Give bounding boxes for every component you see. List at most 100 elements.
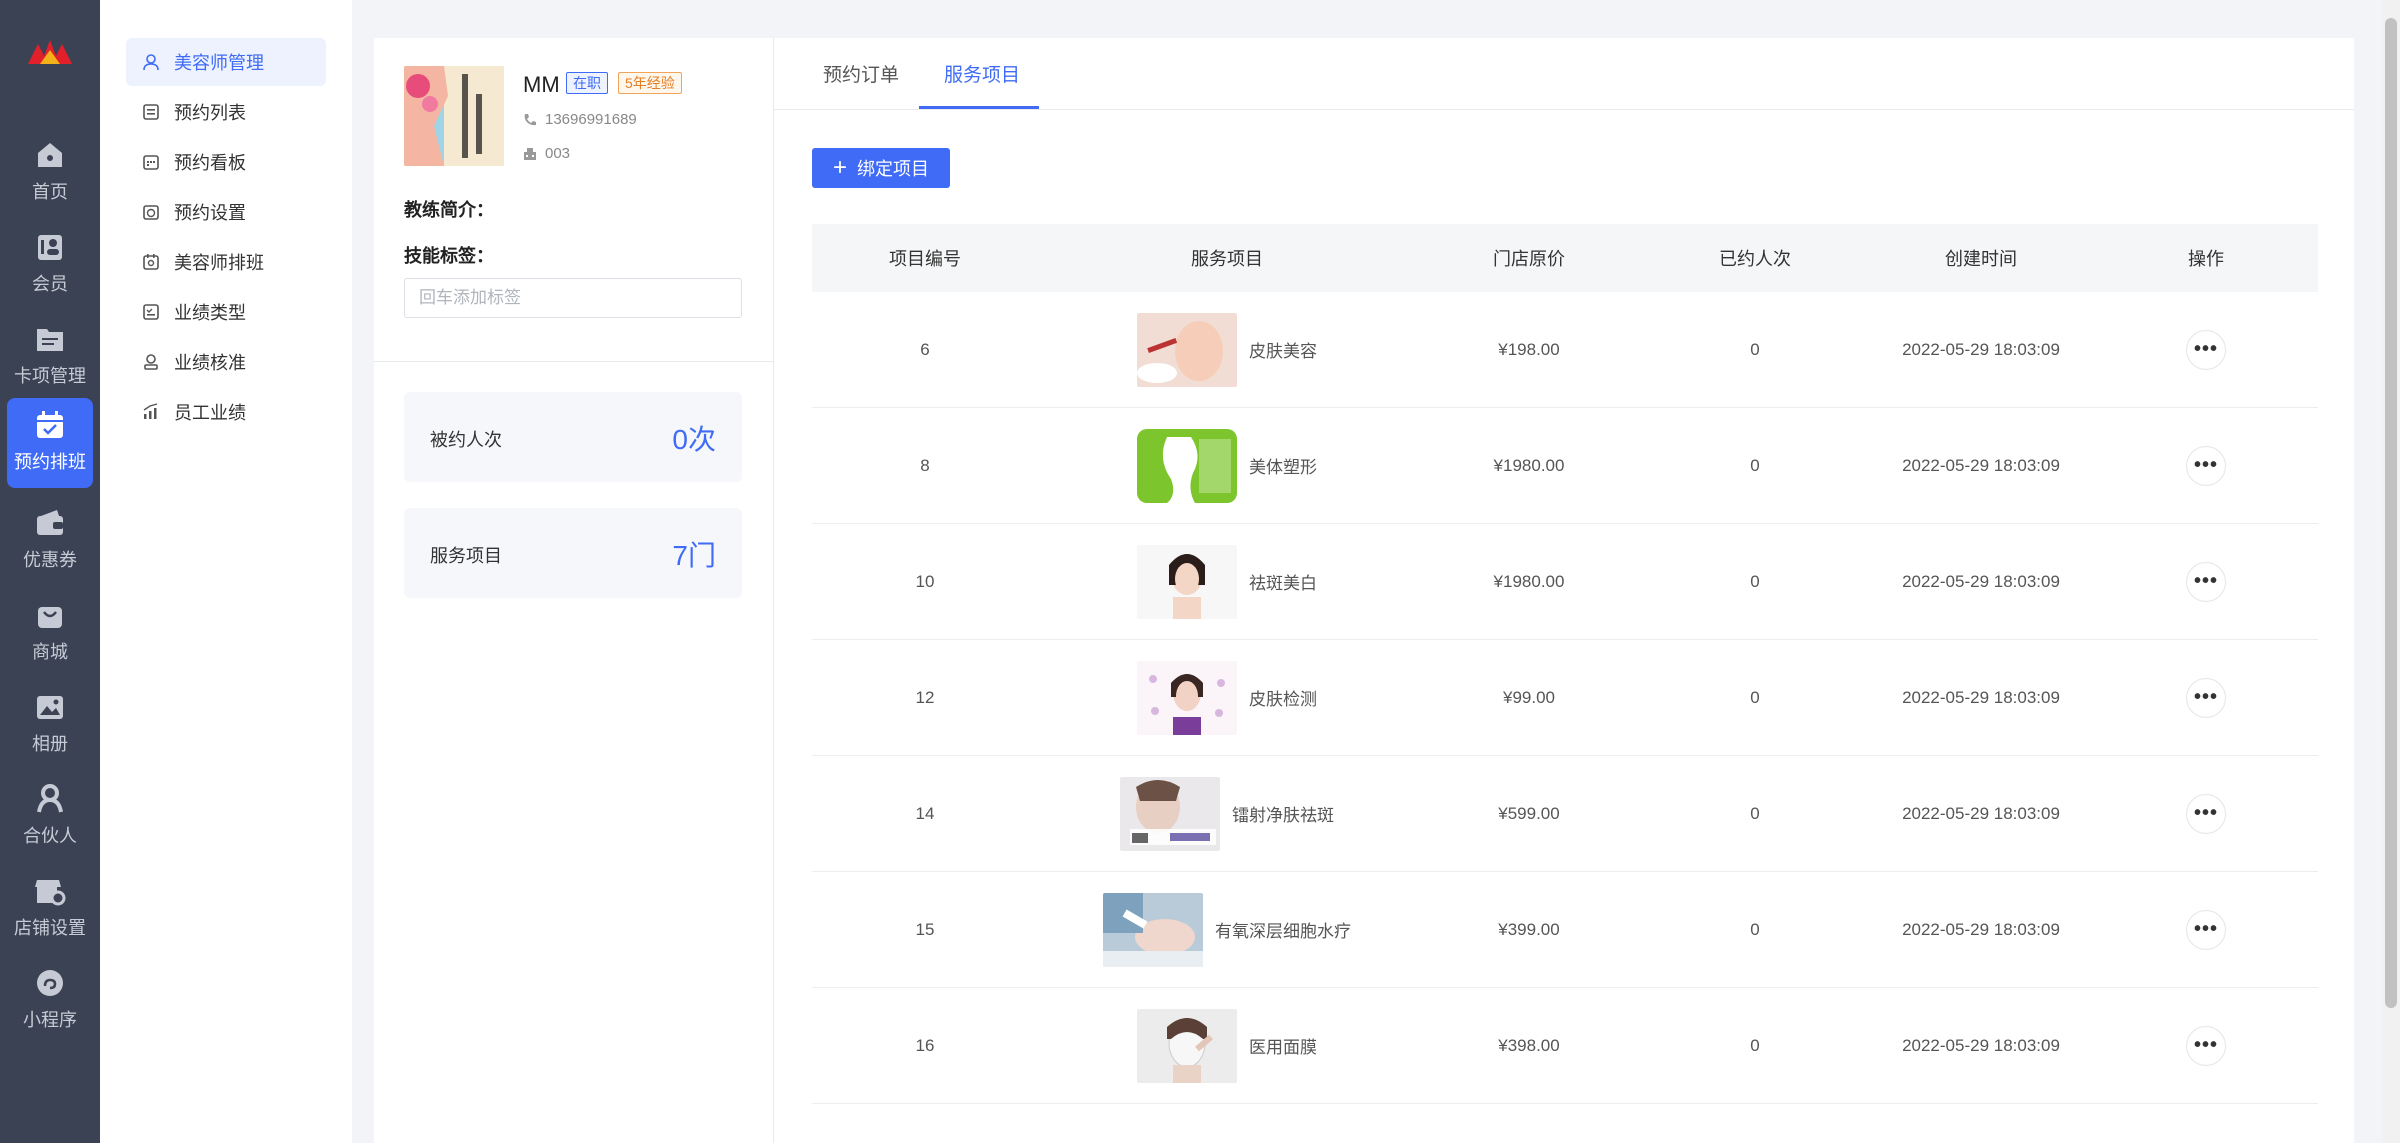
service-thumbnail [1137, 1008, 1237, 1083]
submenu: 美容师管理 预约列表 预约看板 预约设置 美容师排班 业绩类型 业绩核准 员工业… [100, 0, 352, 1143]
skill-tag-input[interactable]: 回车添加标签 [404, 278, 742, 318]
service-name: 美体塑形 [1249, 458, 1317, 477]
action-cell: ••• [2094, 909, 2318, 950]
item-booked-count: 0 [1750, 339, 1760, 359]
item-id: 6 [920, 339, 930, 359]
shop-bag-icon [38, 607, 62, 628]
more-actions-button[interactable]: ••• [2186, 793, 2226, 834]
beautician-profile-panel: MM 在职 5年经验 13696991689 003 教练简介： 技能标签： 回… [374, 38, 774, 1143]
table-row: 15 有氧深层细胞水疗 ¥399.00 0 2022-05-29 18:03:0… [812, 872, 2318, 988]
col-booked-header: 已约人次 [1719, 249, 1791, 269]
service-cell: 皮肤检测 [1038, 660, 1416, 735]
nav-label: 相册 [32, 734, 68, 754]
item-created-time: 2022-05-29 18:03:09 [1902, 571, 2060, 591]
more-actions-button[interactable]: ••• [2186, 329, 2226, 370]
phone-line: 13696991689 [523, 111, 637, 128]
nav-label: 合伙人 [23, 826, 77, 846]
service-thumbnail [1137, 660, 1237, 735]
service-cell: 祛斑美白 [1038, 544, 1416, 619]
more-actions-button[interactable]: ••• [2186, 561, 2226, 602]
item-created-time: 2022-05-29 18:03:09 [1902, 919, 2060, 939]
nav-item-album[interactable]: 相册 [7, 680, 93, 770]
stat-booked-count: 被约人次 0次 [404, 392, 742, 482]
service-cell: 医用面膜 [1038, 1008, 1416, 1083]
nav-item-member[interactable]: 会员 [7, 220, 93, 310]
main-content: 预约订单 服务项目 + 绑定项目 项目编号 服务项目 门店原价 已约人次 创建时… [774, 38, 2354, 1143]
tab-bar: 预约订单 服务项目 [774, 38, 2354, 110]
list-icon [143, 104, 159, 120]
plus-icon: + [832, 154, 847, 181]
service-thumbnail [1137, 428, 1237, 503]
nav-item-home[interactable]: 首页 [7, 128, 93, 218]
service-cell: 美体塑形 [1038, 428, 1416, 503]
item-price: ¥198.00 [1498, 339, 1560, 359]
nav-label: 店铺设置 [14, 918, 86, 938]
brand-logo [28, 40, 72, 64]
table-row: 14 镭射净肤祛斑 ¥599.00 0 2022-05-29 18:03:09 … [812, 756, 2318, 872]
approve-icon [144, 354, 158, 370]
scrollbar-thumb[interactable] [2385, 18, 2397, 1008]
action-cell: ••• [2094, 561, 2318, 602]
item-booked-count: 0 [1750, 1035, 1760, 1055]
item-booked-count: 0 [1750, 571, 1760, 591]
nav-item-store-settings[interactable]: 店铺设置 [7, 864, 93, 954]
nav-label: 小程序 [23, 1010, 77, 1030]
clock-settings-icon [143, 205, 159, 220]
action-cell: ••• [2094, 677, 2318, 718]
main-nav: 首页 会员 卡项管理 预约排班 优惠券 商城 相册 合伙人 店铺设置 小程序 [0, 0, 100, 1143]
table-row: 8 美体塑形 ¥1980.00 0 2022-05-29 18:03:09 ••… [812, 408, 2318, 524]
item-booked-count: 0 [1750, 455, 1760, 475]
tab-service-items[interactable]: 服务项目 [944, 60, 1020, 87]
more-actions-button[interactable]: ••• [2186, 1025, 2226, 1066]
item-id: 8 [920, 455, 930, 475]
bind-item-label: 绑定项目 [857, 159, 929, 179]
item-price: ¥99.00 [1503, 687, 1555, 707]
submenu-label: 预约设置 [174, 203, 246, 223]
partner-icon [37, 784, 63, 813]
submenu-item-beautician-mgmt[interactable]: 美容师管理 [126, 38, 326, 86]
submenu-label: 美容师管理 [174, 53, 264, 73]
page-scrollbar[interactable] [2382, 0, 2400, 1143]
item-id: 10 [915, 571, 935, 591]
more-actions-button[interactable]: ••• [2186, 677, 2226, 718]
item-created-time: 2022-05-29 18:03:09 [1902, 803, 2060, 823]
store-settings-icon [35, 880, 66, 906]
nav-item-miniprogram[interactable]: 小程序 [7, 956, 93, 1046]
bind-item-button[interactable]: + 绑定项目 [812, 148, 950, 188]
person-icon [143, 54, 159, 71]
nav-item-booking[interactable]: 预约排班 [7, 398, 93, 488]
item-price: ¥1980.00 [1493, 455, 1565, 475]
more-actions-button[interactable]: ••• [2186, 909, 2226, 950]
nav-item-partner[interactable]: 合伙人 [7, 772, 93, 862]
nav-item-cards[interactable]: 卡项管理 [7, 312, 93, 402]
nav-label: 优惠券 [23, 550, 77, 570]
nav-item-coupon[interactable]: 优惠券 [7, 496, 93, 586]
item-booked-count: 0 [1750, 919, 1760, 939]
card-icon [37, 329, 63, 351]
submenu-label: 业绩核准 [174, 353, 246, 373]
table-row: 10 祛斑美白 ¥1980.00 0 2022-05-29 18:03:09 •… [812, 524, 2318, 640]
service-thumbnail [1120, 776, 1220, 851]
more-actions-button[interactable]: ••• [2186, 445, 2226, 486]
submenu-label: 业绩类型 [174, 303, 246, 323]
service-name: 医用面膜 [1249, 1038, 1317, 1057]
item-id: 12 [915, 687, 935, 707]
stat-value: 0次 [672, 424, 716, 455]
building-icon [524, 147, 536, 160]
service-name: 皮肤美容 [1249, 342, 1317, 361]
item-id: 14 [915, 803, 935, 823]
service-cell: 镭射净肤祛斑 [1038, 776, 1416, 851]
status-badge: 在职 [566, 72, 608, 94]
submenu-label: 员工业绩 [174, 403, 246, 423]
service-cell: 皮肤美容 [1038, 312, 1416, 387]
calendar-icon [37, 411, 63, 438]
beautician-avatar [404, 66, 504, 166]
tab-booking-orders[interactable]: 预约订单 [823, 60, 899, 87]
service-name: 祛斑美白 [1249, 574, 1317, 593]
action-cell: ••• [2094, 793, 2318, 834]
wallet-icon [37, 510, 63, 535]
album-icon [37, 696, 63, 719]
nav-label: 预约排班 [14, 452, 86, 472]
nav-item-shop[interactable]: 商城 [7, 588, 93, 678]
beautician-name: MM [523, 72, 560, 97]
